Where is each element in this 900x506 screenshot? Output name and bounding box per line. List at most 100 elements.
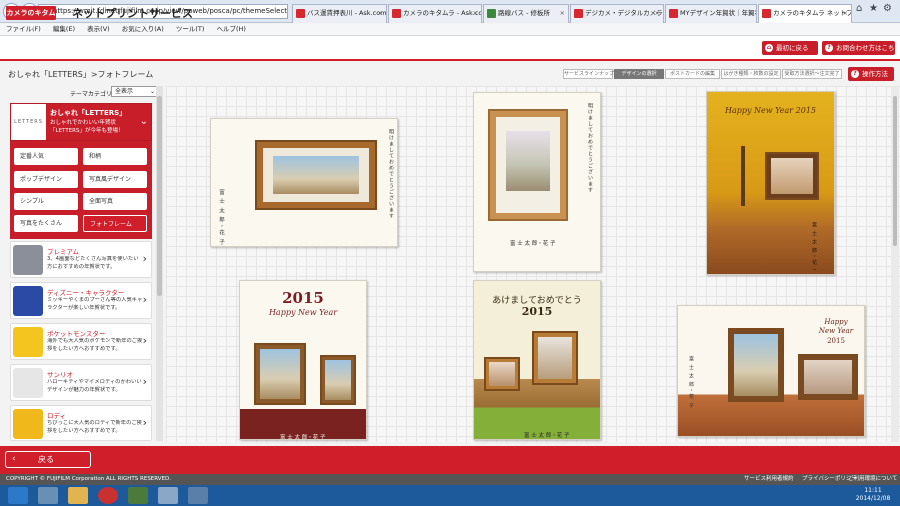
tab-label: カメラのキタムラ - Ask.com Se... [403,9,482,17]
close-icon[interactable]: × [473,5,478,22]
sub-photo-frame[interactable]: フォトフレーム [83,215,147,232]
letters-banner[interactable]: LETTERS おしゃれ「LETTERS」 おしゃれでかわいい年賀状「LETTE… [10,103,152,141]
footer: COPYRIGHT © FUJIFILM Corporation ALL RIG… [0,474,900,485]
category-name: サンリオ [47,371,73,379]
start-over-label: 最初に戻る [776,44,809,52]
happy-new-year-subtitle: Happy New Year [268,308,338,317]
wood-frame [255,140,377,210]
chevron-down-icon: ⌄ [139,116,148,127]
kitamura-logo[interactable]: カメラのキタムラ [6,6,56,31]
chevron-right-icon: › [142,416,147,429]
close-icon[interactable]: × [655,5,660,22]
explorer-taskbar-icon[interactable] [158,487,178,504]
menu-favorites[interactable]: お気に入り(A) [122,25,164,33]
folder-taskbar-icon[interactable] [68,487,88,504]
scroll-thumb[interactable] [893,96,897,246]
back-bar [0,446,900,474]
spreadsheet-taskbar-icon[interactable] [128,487,148,504]
wood-frame [765,152,819,200]
baby-photo [538,337,572,379]
favicon-icon [574,9,583,18]
category-rody[interactable]: ロディ ちびっこに大人気のロディで新年のご挨拶をしたい方へおすすめです。 › [10,405,152,441]
design-card-5[interactable]: あけましておめでとう 2015 富 士 太 郎・花 子 [473,280,601,440]
design-card-2[interactable]: 明けましておめでとうございます 富 士 太 郎・花 子 [473,92,601,272]
star-icon[interactable]: ★ [869,3,878,14]
menu-file[interactable]: ファイル(F) [6,25,41,33]
footer-link-environment[interactable]: ご利用環境について [848,474,900,485]
left-scrollbar[interactable] [156,86,163,441]
browser-tab[interactable]: カメラのキタムラ - Ask.com Se...× [388,4,482,23]
menu-tools[interactable]: ツール(T) [176,25,205,33]
theme-category-label: テーマカテゴリ [70,91,113,98]
design-card-1[interactable]: 明けましておめでとうございます 富 士 太 郎・花 子 [210,118,398,247]
sender-names: 富 士 太 郎・花 子 [510,241,556,247]
browser-tab[interactable]: 路線バス - 修板所 × [483,4,569,23]
ie-taskbar-icon[interactable] [8,487,28,504]
category-desc: ハローキティやマイメロディのかわいいデザインが魅力の年賀状です。 [47,379,142,393]
wood-frame [728,328,784,402]
contact-button[interactable]: ? お問合わせ方はこちら [822,41,900,55]
sub-photo-style[interactable]: 写真風デザイン [83,171,147,188]
wood-frame [254,343,306,405]
wood-frame [532,331,578,385]
theme-category-select[interactable]: 全表示 ⌄ [111,86,158,97]
step-quantity: はがき種類・枚数の設定 [721,69,781,79]
how-to-button[interactable]: ? 操作方法 [848,67,894,81]
category-disney[interactable]: ディズニー・キャラクター ミッキーやくまのプーさん等の人気キャラクターが楽しい年賀… [10,282,152,319]
category-sanrio[interactable]: サンリオ ハローキティやマイメロディのかわいいデザインが魅力の年賀状です。 › [10,364,152,401]
menu-edit[interactable]: 編集(E) [53,25,75,33]
favicon-icon [669,9,678,18]
letters-title: おしゃれ「LETTERS」 [50,109,127,117]
year-2015: 2015 [827,337,845,345]
baby-photo [804,360,852,394]
sub-japanese[interactable]: 和柄 [83,148,147,165]
sub-simple[interactable]: シンプル [14,193,78,210]
window-taskbar-icon[interactable] [38,487,58,504]
start-over-button[interactable]: ⌂ 最初に戻る [762,41,818,55]
tab-label: 路線バス - 修板所 [498,9,550,17]
sub-many-photos[interactable]: 写真をたくさん [14,215,78,232]
category-desc: ミッキーやくまのプーさん等の人気キャラクターが楽しい年賀状です。 [47,297,143,311]
sub-full-photo[interactable]: 全面写真 [83,193,147,210]
gear-icon[interactable]: ⚙ [883,3,892,14]
sub-standard[interactable]: 定番人気 [14,148,78,165]
app-taskbar-icon[interactable] [98,487,118,504]
close-icon[interactable]: × [378,5,383,22]
category-desc: ちびっこに大人気のロディで新年のご挨拶をしたい方へおすすめです。 [47,420,142,434]
browser-tab[interactable]: バス運賃押表川 - Ask.com S...× [292,4,387,23]
service-title: ネットプリントサービス [72,7,193,20]
home-icon[interactable]: ⌂ [856,3,862,14]
category-name: ポケットモンスター [47,330,106,338]
close-icon[interactable]: × [843,5,848,22]
menu-help[interactable]: ヘルプ(H) [217,25,246,33]
back-button[interactable]: ‹ 戻る [5,451,91,468]
grid-scrollbar[interactable] [891,86,899,442]
wood-frame-small [484,357,520,391]
browser-tab-active[interactable]: カメラのキタムラ ネットプリント...× [758,4,852,23]
design-card-4[interactable]: 2015 Happy New Year 富 士 太 郎・花 子 [239,280,367,440]
design-card-6[interactable]: Happy New Year 2015 富 士 太 郎・花 子 [677,305,865,437]
vase-branch [741,146,745,206]
browser-tab[interactable]: デジカメ・デジタルカメラのことなら...× [570,4,664,23]
child-portrait [734,334,778,396]
footer-link-terms[interactable]: サービス利用者規約 [744,474,794,485]
menu-view[interactable]: 表示(V) [87,25,110,33]
system-clock[interactable]: 11:11 2014/12/08 [848,487,898,503]
close-icon[interactable]: × [560,5,565,22]
chevron-right-icon: › [142,252,147,265]
close-icon[interactable]: × [748,5,753,22]
tab-label: カメラのキタムラ ネットプリント... [773,9,851,17]
window-taskbar-icon-2[interactable] [188,487,208,504]
sender-names: 富 士 太 郎・花 子 [524,433,570,439]
favicon-icon [762,9,771,18]
chevron-right-icon: › [142,334,147,347]
hello-kitty-thumbnail [13,368,43,398]
sub-pop[interactable]: ポップデザイン [14,171,78,188]
scroll-thumb[interactable] [157,96,162,296]
design-card-3[interactable]: Happy New Year 2015 富 士 太 郎・花 子 [706,91,835,275]
sender-names: 富 士 太 郎・花 子 [218,189,224,245]
browser-tab[interactable]: MYデザイン年賀状｜年賀状...× [665,4,757,23]
category-premium[interactable]: プレミアム 3、4画面などたくさん写真を使いたい方におすすめの年賀状です。 › [10,241,152,278]
select-value: 全表示 [115,88,134,95]
category-pokemon[interactable]: ポケットモンスター 海外でも大人気のポケモンで新年のご挨拶をしたい方へおすすめです… [10,323,152,360]
